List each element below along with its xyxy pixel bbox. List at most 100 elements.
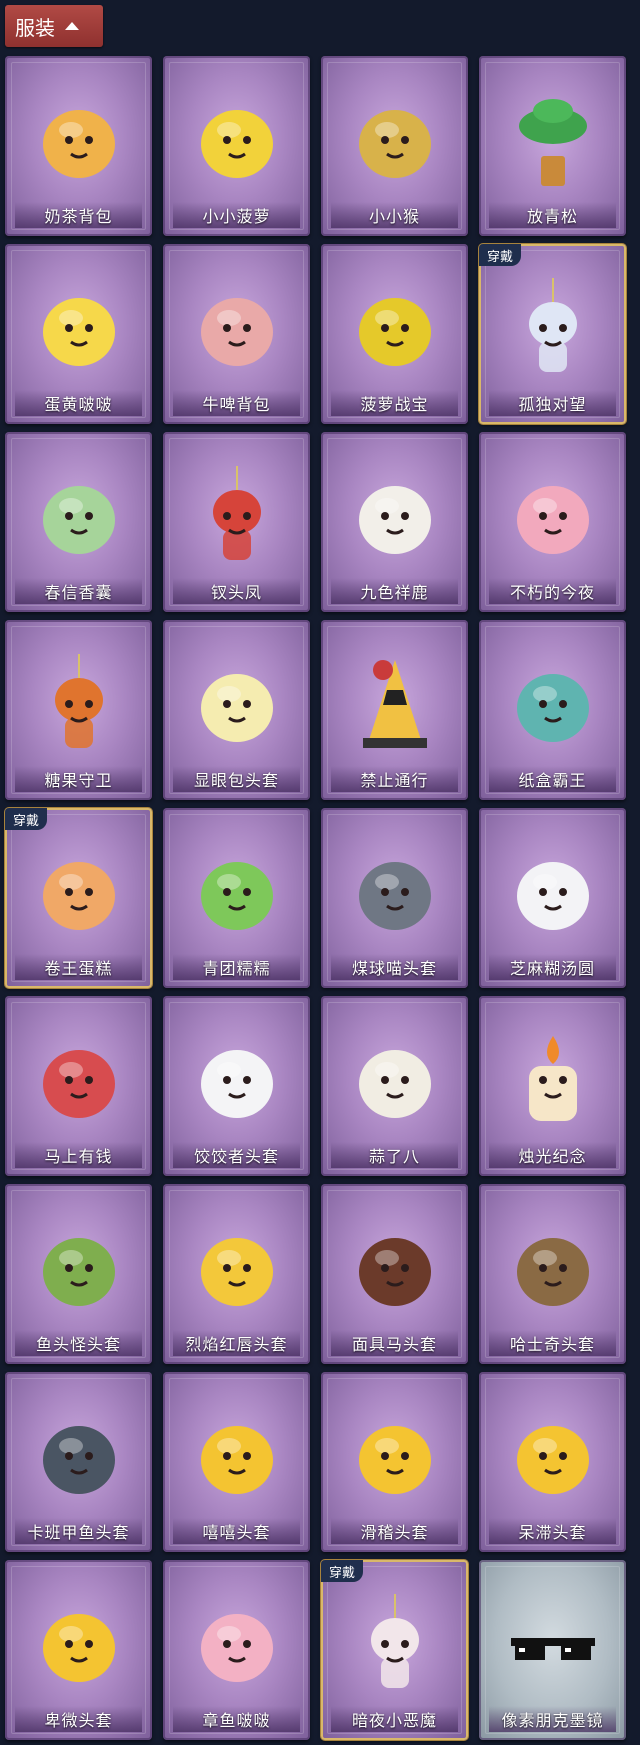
- costume-item-card[interactable]: 九色祥鹿: [321, 432, 468, 612]
- item-label-bar: 呆滞头套: [489, 1518, 616, 1544]
- costume-item-card[interactable]: 哈士奇头套: [479, 1184, 626, 1364]
- item-label-bar: 芝麻糊汤圆: [489, 954, 616, 980]
- costume-item-card[interactable]: 鱼头怪头套: [5, 1184, 152, 1364]
- item-label-bar: 烈焰红唇头套: [173, 1330, 300, 1356]
- item-name: 滑稽头套: [360, 1523, 429, 1542]
- costume-item-card[interactable]: 不朽的今夜: [479, 432, 626, 612]
- item-name: 鱼头怪头套: [35, 1335, 121, 1354]
- item-label-bar: 钗头凤: [173, 578, 300, 604]
- costume-item-card[interactable]: 烈焰红唇头套: [163, 1184, 310, 1364]
- costume-item-card[interactable]: 放青松: [479, 56, 626, 236]
- costume-grid: 奶茶背包 小小菠萝 小小猴 放青松 蛋黄啵啵 牛啤背包 菠萝战宝 穿戴 孤独对望 春信香囊 钗头凤九…: [5, 56, 626, 1740]
- costume-item-card[interactable]: 钗头凤: [163, 432, 310, 612]
- costume-item-card[interactable]: 小小菠萝: [163, 56, 310, 236]
- humble-emoji-icon: [29, 1590, 129, 1700]
- item-label-bar: 嘻嘻头套: [173, 1518, 300, 1544]
- item-label-bar: 菠萝战宝: [331, 390, 458, 416]
- costume-item-card[interactable]: 滑稽头套: [321, 1372, 468, 1552]
- costume-item-card[interactable]: 菠萝战宝: [321, 244, 468, 424]
- costume-item-card[interactable]: 芝麻糊汤圆: [479, 808, 626, 988]
- costume-item-card[interactable]: 蛋黄啵啵: [5, 244, 152, 424]
- item-name: 奶茶背包: [44, 207, 113, 226]
- item-name: 马上有钱: [44, 1147, 113, 1166]
- item-name: 面具马头套: [351, 1335, 437, 1354]
- equipped-badge: 穿戴: [321, 1560, 363, 1582]
- item-label-bar: 孤独对望: [489, 390, 616, 416]
- roll-cake-icon: [29, 838, 129, 948]
- pumpkin-scarecrow-icon: [29, 650, 129, 760]
- dazed-emoji-icon: [503, 1402, 603, 1512]
- item-name: 小小菠萝: [202, 207, 271, 226]
- item-label-bar: 牛啤背包: [173, 390, 300, 416]
- costume-item-card[interactable]: 穿戴暗夜小恶魔: [321, 1560, 468, 1740]
- item-name: 烈焰红唇头套: [185, 1335, 288, 1354]
- red-horse-icon: [29, 1026, 129, 1136]
- pink-cat-bowl-icon: [503, 462, 603, 572]
- fish-head-icon: [29, 1214, 129, 1324]
- costume-item-card[interactable]: 牛啤背包: [163, 244, 310, 424]
- garlic-icon: [345, 1026, 445, 1136]
- octopus-icon: [187, 1590, 287, 1700]
- item-name: 禁止通行: [360, 771, 429, 790]
- item-name: 孤独对望: [518, 395, 587, 414]
- item-label-bar: 卡班甲鱼头套: [15, 1518, 142, 1544]
- phoenix-hairpin-icon: [187, 462, 287, 572]
- item-name: 纸盒霸王: [518, 771, 587, 790]
- costume-item-card[interactable]: 禁止通行: [321, 620, 468, 800]
- deer-icon: [345, 462, 445, 572]
- costume-item-card[interactable]: 糖果守卫: [5, 620, 152, 800]
- costume-item-card[interactable]: 章鱼啵啵: [163, 1560, 310, 1740]
- costume-item-card[interactable]: 嘻嘻头套: [163, 1372, 310, 1552]
- costume-item-card[interactable]: 呆滞头套: [479, 1372, 626, 1552]
- monkey-icon: [345, 86, 445, 196]
- costume-item-card[interactable]: 像素朋克墨镜: [479, 1560, 626, 1740]
- costume-item-card[interactable]: 穿戴 卷王蛋糕: [5, 808, 152, 988]
- item-label-bar: 哈士奇头套: [489, 1330, 616, 1356]
- costume-item-card[interactable]: 穿戴 孤独对望: [479, 244, 626, 424]
- costume-item-card[interactable]: 卑微头套: [5, 1560, 152, 1740]
- item-name: 春信香囊: [44, 583, 113, 602]
- light-bulb-icon: [187, 650, 287, 760]
- item-name: 显眼包头套: [193, 771, 279, 790]
- item-label-bar: 禁止通行: [331, 766, 458, 792]
- grey-cat-icon: [345, 838, 445, 948]
- dumpling-icon: [187, 1026, 287, 1136]
- costume-item-card[interactable]: 青团糯糯: [163, 808, 310, 988]
- item-label-bar: 显眼包头套: [173, 766, 300, 792]
- item-label-bar: 卑微头套: [15, 1706, 142, 1732]
- costume-item-card[interactable]: 煤球喵头套: [321, 808, 468, 988]
- item-label-bar: 小小菠萝: [173, 202, 300, 228]
- costume-item-card[interactable]: 纸盒霸王: [479, 620, 626, 800]
- item-label-bar: 面具马头套: [331, 1330, 458, 1356]
- costume-item-card[interactable]: 面具马头套: [321, 1184, 468, 1364]
- costume-category-tab[interactable]: 服装: [5, 5, 103, 47]
- item-label-bar: 饺饺者头套: [173, 1142, 300, 1168]
- costume-item-card[interactable]: 春信香囊: [5, 432, 152, 612]
- item-name: 卡班甲鱼头套: [27, 1523, 130, 1542]
- item-label-bar: 九色祥鹿: [331, 578, 458, 604]
- pine-tree-icon: [503, 86, 603, 196]
- green-dumpling-icon: [187, 838, 287, 948]
- costume-item-card[interactable]: 小小猴: [321, 56, 468, 236]
- smirk-emoji-icon: [345, 1402, 445, 1512]
- item-name: 像素朋克墨镜: [501, 1711, 604, 1730]
- item-label-bar: 青团糯糯: [173, 954, 300, 980]
- item-name: 小小猴: [368, 207, 420, 226]
- costume-item-card[interactable]: 烛光纪念: [479, 996, 626, 1176]
- item-label-bar: 煤球喵头套: [331, 954, 458, 980]
- costume-item-card[interactable]: 马上有钱: [5, 996, 152, 1176]
- costume-item-card[interactable]: 显眼包头套: [163, 620, 310, 800]
- item-label-bar: 像素朋克墨镜: [489, 1706, 616, 1732]
- costume-item-card[interactable]: 蒜了八: [321, 996, 468, 1176]
- costume-item-card[interactable]: 卡班甲鱼头套: [5, 1372, 152, 1552]
- costume-item-card[interactable]: 奶茶背包: [5, 56, 152, 236]
- costume-item-card[interactable]: 饺饺者头套: [163, 996, 310, 1176]
- item-name: 牛啤背包: [202, 395, 271, 414]
- grin-emoji-icon: [187, 1402, 287, 1512]
- rice-ball-icon: [503, 838, 603, 948]
- item-label-bar: 暗夜小恶魔: [331, 1706, 458, 1732]
- box-dinosaur-icon: [503, 650, 603, 760]
- item-label-bar: 春信香囊: [15, 578, 142, 604]
- item-label-bar: 糖果守卫: [15, 766, 142, 792]
- equipped-badge: 穿戴: [5, 808, 47, 830]
